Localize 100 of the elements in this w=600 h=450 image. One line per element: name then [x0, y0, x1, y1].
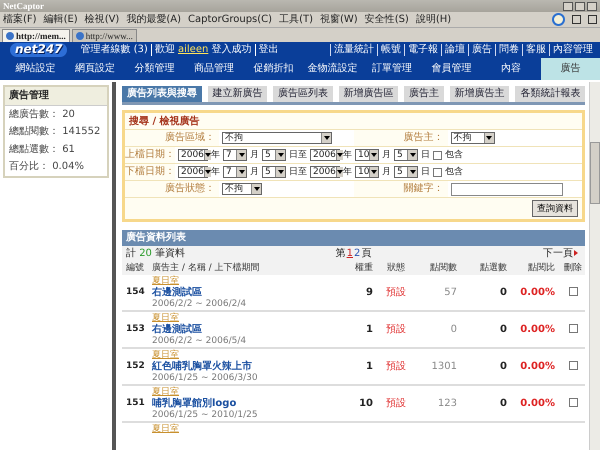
sub-tab[interactable]: 新增廣告主	[450, 86, 510, 102]
ad-name-link[interactable]: 紅色哺乳胸罩火辣上市	[152, 361, 252, 372]
dropdown[interactable]: 7	[223, 149, 247, 161]
table-cell-text: 預設	[385, 361, 407, 372]
table-cell-text: 預設	[385, 324, 407, 336]
nav-tab[interactable]: 會員管理	[422, 58, 482, 80]
menu-item[interactable]: 視窗(W)	[320, 14, 358, 26]
date-unit: 日	[421, 150, 430, 160]
menu-item[interactable]: 安全性(S)	[364, 14, 409, 26]
dropdown[interactable]: 2006	[178, 149, 208, 161]
column-header: 廣告主 / 名稱 / 上下檔期間	[152, 263, 261, 274]
header-link[interactable]: 帳號	[377, 44, 404, 56]
menu-item[interactable]: CaptorGroups(C)	[188, 14, 272, 26]
table-cell-text: 0.00%	[519, 324, 556, 336]
browser-tab[interactable]: http://www...	[72, 29, 137, 42]
browser-tab[interactable]: http://mem...	[2, 29, 70, 42]
checkbox[interactable]	[433, 150, 442, 160]
menu-item[interactable]: 說明(H)	[416, 14, 452, 26]
table-cell-text: 0.00%	[519, 361, 556, 372]
table-cell-text: 1	[365, 324, 374, 336]
sub-tab[interactable]: 廣告主	[404, 86, 444, 102]
dropdown[interactable]: 不拘	[222, 183, 262, 195]
welcome-text: 歡迎 aileen 登入成功	[150, 44, 255, 56]
dropdown[interactable]: 10	[355, 166, 379, 178]
dropdown[interactable]: 2006	[310, 149, 340, 161]
dropdown[interactable]: 2006	[310, 166, 340, 178]
nav-tab[interactable]: 網站設定	[6, 58, 66, 80]
header-link[interactable]: 電子報	[404, 44, 441, 56]
header-link[interactable]: 廣告	[468, 44, 495, 56]
table-cell-text: 10	[358, 398, 374, 410]
menu-item[interactable]: 我的最愛(A)	[126, 14, 181, 26]
keyword-field[interactable]	[450, 182, 562, 196]
sub-tab[interactable]: 廣告列表與搜尋	[122, 86, 202, 102]
nav-tab[interactable]: 廣告	[540, 58, 600, 80]
header-link[interactable]: 客服	[522, 44, 549, 56]
ad-name-link[interactable]: 右邊測試區	[152, 324, 202, 336]
page-label: 頁	[361, 248, 372, 259]
period-text: 2006/1/25 ~ 2010/1/25	[152, 410, 258, 420]
table-cell-text: 154	[125, 288, 146, 298]
dropdown[interactable]: 不拘	[222, 132, 332, 144]
dropdown[interactable]: 5	[262, 166, 286, 178]
date-unit: 年	[211, 150, 220, 160]
sub-tab[interactable]: 各類統計報表	[515, 86, 586, 102]
table-cell-text: 1301	[430, 361, 458, 372]
table-cell-text: 151	[125, 398, 146, 409]
logout-link[interactable]: 登出	[254, 44, 282, 56]
checkbox[interactable]	[433, 168, 442, 176]
table-cell-text: 123	[436, 398, 458, 410]
header-link[interactable]: 內容管理	[549, 44, 596, 56]
header-link[interactable]: 論壇	[441, 44, 468, 56]
table-cell-text: 0.00%	[519, 398, 556, 410]
nav-tab[interactable]: 訂單管理	[362, 58, 422, 80]
checkbox[interactable]	[568, 398, 578, 407]
dropdown[interactable]: 不拘	[450, 132, 494, 144]
stat-line: 總點閱數： 141552	[8, 125, 102, 139]
nav-tab[interactable]: 網頁設定	[65, 58, 125, 80]
dropdown[interactable]: 7	[223, 166, 247, 178]
form-title: 搜尋 / 檢視廣告	[128, 114, 201, 128]
date-unit: 年	[343, 166, 352, 178]
table-cell-text: 0	[499, 361, 508, 372]
dropdown[interactable]: 2006	[178, 166, 208, 178]
nav-tab[interactable]: 分類管理	[124, 58, 184, 80]
page-link[interactable]: 1	[346, 248, 353, 259]
nav-tab[interactable]: 促銷折扣	[244, 58, 304, 80]
nav-tab[interactable]: 商品管理	[184, 58, 244, 80]
period-text: 2006/2/2 ~ 2006/5/4	[152, 336, 246, 346]
menu-item[interactable]: 檔案(F)	[3, 14, 37, 26]
table-cell-text: 152	[125, 362, 146, 372]
record-count: 計 20 筆資料	[126, 248, 186, 259]
menu-item[interactable]: 編輯(E)	[44, 14, 78, 26]
scrollbar[interactable]	[589, 82, 600, 450]
field-label: 廣告狀態：	[165, 183, 216, 195]
window-title: NetCaptor	[3, 0, 45, 12]
menu-item[interactable]: 工具(T)	[279, 14, 313, 26]
header-link[interactable]: 問卷	[495, 44, 522, 56]
ad-name-link[interactable]: 哺乳胸罩館別logo	[152, 398, 236, 410]
table-cell-text: 0	[450, 324, 458, 336]
header-link[interactable]: 流量統計	[330, 44, 377, 56]
sub-tab[interactable]: 廣告區列表	[273, 86, 333, 102]
table-cell-text: 0.00%	[519, 287, 556, 298]
menu-item[interactable]: 檢視(V)	[84, 14, 120, 26]
dropdown[interactable]: 5	[262, 149, 286, 161]
dropdown[interactable]: 5	[394, 166, 418, 178]
dropdown[interactable]: 10	[355, 149, 379, 161]
checkbox[interactable]	[568, 286, 578, 296]
checkbox[interactable]	[568, 360, 578, 370]
next-page-link[interactable]: 下一頁	[543, 248, 574, 259]
date-unit: 日至	[289, 166, 307, 178]
nav-tab[interactable]: 內容	[481, 58, 541, 80]
page-link[interactable]: 2	[354, 248, 360, 259]
search-button[interactable]: 查詢資料	[532, 200, 578, 217]
stat-line: 百分比： 0.04%	[8, 160, 85, 174]
nav-tab[interactable]: 金物流設定	[303, 58, 362, 80]
admin-count: 管理者線數 (3)	[79, 44, 149, 56]
ad-name-link[interactable]: 右邊測試區	[152, 287, 202, 298]
sub-tab[interactable]: 新增廣告區	[338, 86, 398, 102]
sub-tab[interactable]: 建立新廣告	[208, 86, 268, 102]
date-unit: 日	[421, 166, 430, 178]
dropdown[interactable]: 5	[394, 149, 418, 161]
checkbox[interactable]	[568, 324, 578, 333]
